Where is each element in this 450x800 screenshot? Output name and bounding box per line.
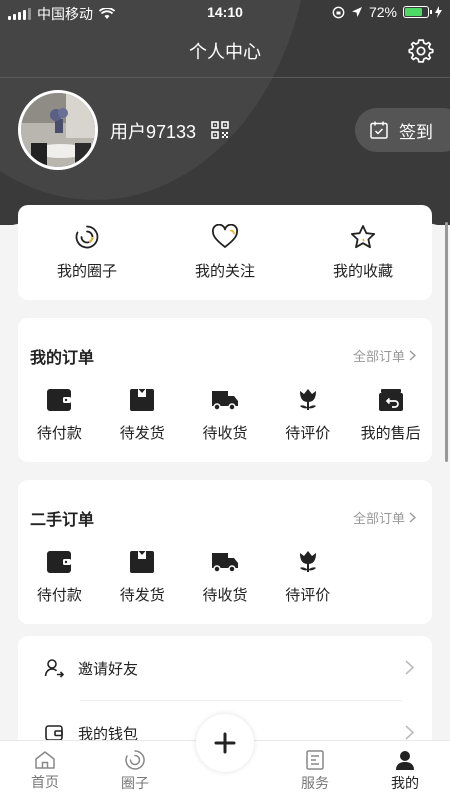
- tab-home[interactable]: 首页: [0, 741, 90, 800]
- secondhand-pending-payment[interactable]: 待付款: [18, 550, 101, 605]
- tab-label: 服务: [301, 774, 329, 791]
- wallet-icon: [47, 389, 72, 411]
- checkin-button[interactable]: 签到: [355, 108, 450, 152]
- quick-link-favorites[interactable]: 我的收藏: [294, 205, 432, 300]
- heart-icon: [212, 224, 238, 248]
- circle-refresh-icon: [75, 225, 99, 249]
- battery-icon: [403, 6, 432, 18]
- avatar[interactable]: [18, 90, 98, 170]
- order-after-sales[interactable]: 我的售后: [349, 388, 432, 443]
- tab-label: 首页: [31, 773, 59, 790]
- order-label: 待评价: [285, 587, 331, 604]
- status-bar: 中国移动 14:10 72%: [0, 0, 450, 26]
- order-label: 我的售后: [360, 425, 421, 442]
- order-label: 待发货: [119, 587, 165, 604]
- chevron-right-icon: [405, 725, 414, 740]
- qr-code-icon[interactable]: [211, 121, 229, 139]
- checkin-label: 签到: [399, 122, 433, 142]
- tab-circle[interactable]: 圈子: [90, 741, 180, 800]
- circle-icon: [125, 749, 145, 770]
- return-box-icon: [378, 389, 403, 411]
- plus-icon: [214, 732, 236, 754]
- secondhand-pending-shipment[interactable]: 待发货: [101, 550, 184, 605]
- tab-label: 我的: [391, 774, 419, 791]
- secondhand-pending-receipt[interactable]: 待收货: [184, 550, 267, 605]
- order-label: 待发货: [119, 425, 165, 442]
- page-title: 个人中心: [189, 42, 261, 62]
- all-orders-label: 全部订单: [352, 349, 405, 364]
- secondhand-orders-title: 二手订单: [30, 512, 95, 529]
- gear-icon[interactable]: [408, 38, 434, 64]
- chevron-right-icon: [409, 512, 416, 523]
- chevron-right-icon: [405, 660, 414, 675]
- wallet-icon: [47, 551, 72, 573]
- chevron-right-icon: [409, 350, 416, 361]
- quick-link-label: 我的关注: [194, 263, 255, 280]
- quick-link-label: 我的收藏: [332, 263, 393, 280]
- flower-icon: [299, 551, 316, 572]
- secondhand-orders-card: 二手订单 全部订单 待付款 待发货 待收货 待评价: [18, 480, 432, 624]
- order-label: 待收货: [202, 425, 248, 442]
- box-icon: [130, 551, 155, 573]
- truck-icon: [211, 391, 238, 411]
- calendar-check-icon: [370, 121, 388, 139]
- order-label: 待评价: [285, 425, 331, 442]
- scrollbar[interactable]: [445, 222, 448, 462]
- tab-service[interactable]: 服务: [270, 741, 360, 800]
- orders-title: 我的订单: [30, 350, 95, 367]
- flower-icon: [299, 389, 316, 410]
- order-pending-receipt[interactable]: 待收货: [184, 388, 267, 443]
- lock-rotation-icon: [332, 6, 345, 18]
- box-icon: [130, 389, 155, 411]
- order-pending-review[interactable]: 待评价: [266, 388, 349, 443]
- username: 用户97133: [110, 122, 197, 142]
- service-icon: [306, 749, 324, 770]
- secondhand-pending-review[interactable]: 待评价: [266, 550, 349, 605]
- tab-label: 圈子: [121, 774, 149, 791]
- menu-label: 邀请好友: [78, 660, 139, 678]
- add-post-button[interactable]: [196, 714, 254, 772]
- all-orders-link[interactable]: 全部订单: [353, 346, 416, 365]
- order-label: 待付款: [36, 587, 82, 604]
- truck-icon: [211, 553, 238, 573]
- location-icon: [351, 7, 362, 17]
- star-icon: [350, 225, 376, 249]
- order-pending-shipment[interactable]: 待发货: [101, 388, 184, 443]
- quick-link-my-circle[interactable]: 我的圈子: [18, 205, 156, 300]
- tab-me[interactable]: 我的: [360, 741, 450, 800]
- order-label: 待付款: [36, 425, 82, 442]
- battery-percent: 72%: [368, 4, 397, 20]
- menu-item-invite-friends[interactable]: 邀请好友: [18, 636, 432, 700]
- quick-links-card: 我的圈子 我的关注 我的收藏: [18, 205, 432, 300]
- nav-divider: [0, 77, 450, 78]
- all-orders-label: 全部订单: [352, 511, 405, 526]
- orders-card: 我的订单 全部订单 待付款 待发货 待收货 待评价 我的售后: [18, 318, 432, 462]
- charging-icon: [435, 6, 442, 18]
- user-icon: [396, 750, 414, 770]
- home-icon: [35, 750, 55, 769]
- order-pending-payment[interactable]: 待付款: [18, 388, 101, 443]
- quick-link-label: 我的圈子: [56, 263, 117, 280]
- order-label: 待收货: [202, 587, 248, 604]
- quick-link-following[interactable]: 我的关注: [156, 205, 294, 300]
- all-secondhand-orders-link[interactable]: 全部订单: [353, 508, 416, 527]
- user-invite-icon: [44, 659, 64, 678]
